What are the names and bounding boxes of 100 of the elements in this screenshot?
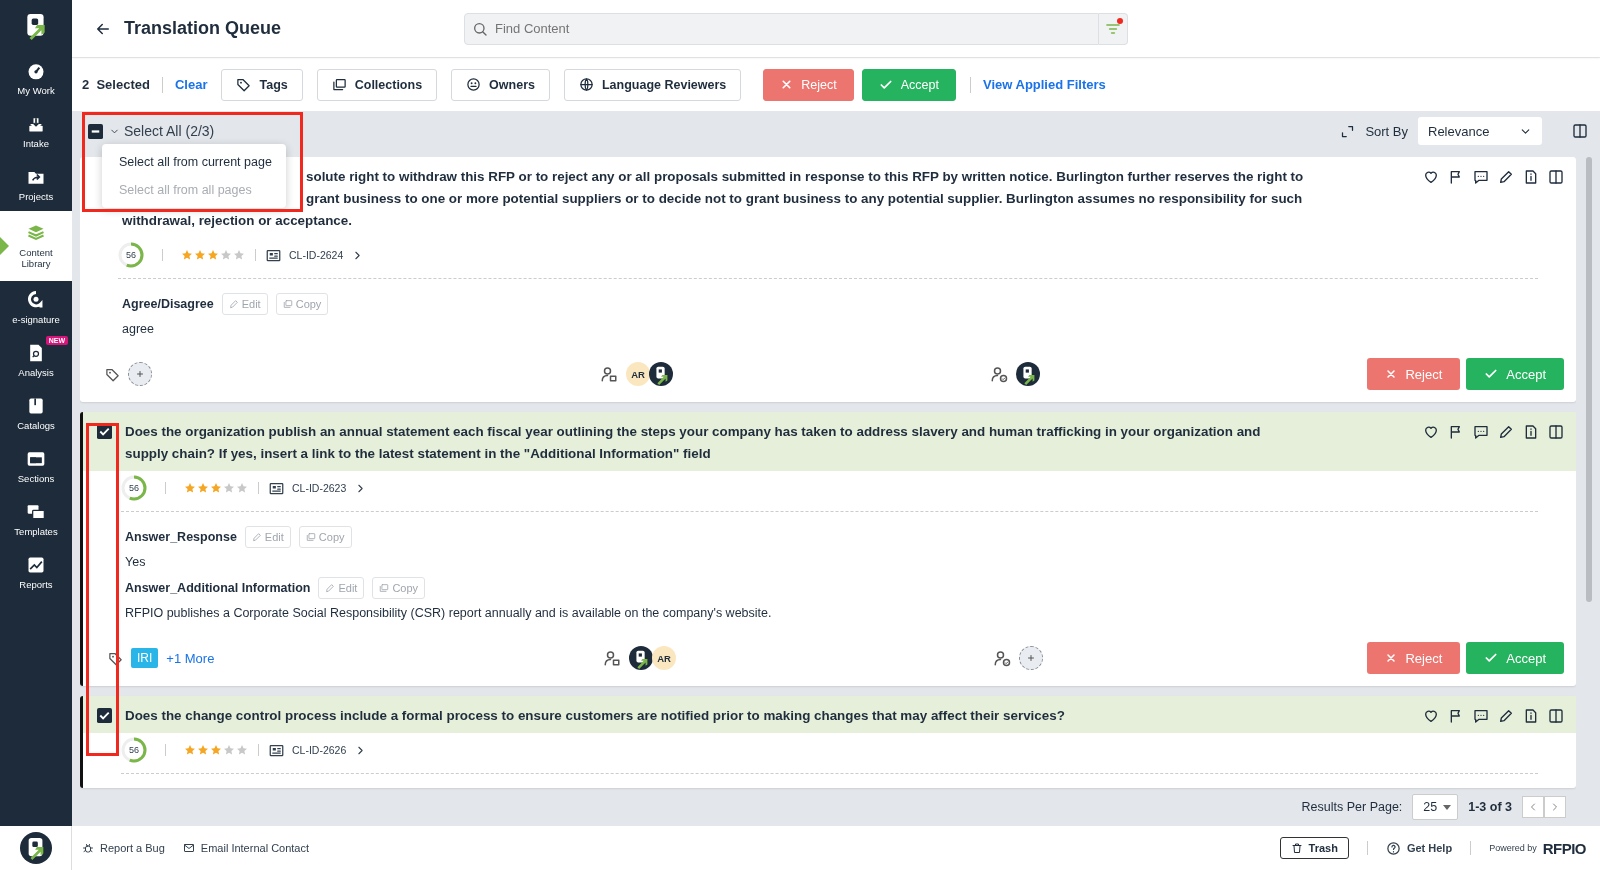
- tag-icon[interactable]: [105, 366, 120, 382]
- per-page-dropdown[interactable]: 25: [1412, 794, 1459, 820]
- owner-icon: [603, 649, 621, 667]
- sidebar-item[interactable]: Catalogs: [0, 387, 72, 440]
- pencil-icon: [251, 532, 262, 542]
- answer-text: RFPIO publishes a Corporate Social Responsibility (CSR) report annually and is available on the company's website.: [125, 606, 773, 620]
- star-icon: [210, 482, 222, 494]
- split-view-icon[interactable]: [1548, 169, 1564, 185]
- clear-link[interactable]: Clear: [174, 77, 208, 92]
- trash-button[interactable]: Trash: [1279, 837, 1349, 859]
- checkbox[interactable]: [97, 708, 112, 723]
- reviewer-icon: [990, 365, 1008, 383]
- star-icon: [194, 249, 206, 261]
- tag-icon[interactable]: [108, 650, 123, 666]
- answer-label: Agree/Disagree: [122, 297, 214, 311]
- copy-icon: [379, 583, 390, 593]
- score-value: 56: [129, 745, 139, 755]
- collection-icon: [331, 77, 347, 92]
- pencil-icon[interactable]: [1498, 424, 1514, 440]
- report-bug-link[interactable]: Report a Bug: [82, 842, 165, 854]
- select-all-dropdown[interactable]: Select All (2/3): [109, 123, 215, 139]
- content-id: CL-ID-2624: [289, 249, 344, 261]
- sidebar-item[interactable]: Templates: [0, 493, 72, 546]
- filter-button[interactable]: Language Reviewers: [563, 68, 742, 101]
- close-icon: [1385, 368, 1398, 380]
- sort-dropdown[interactable]: Relevance: [1418, 117, 1542, 145]
- help-icon: [1385, 840, 1401, 856]
- info-icon[interactable]: [1523, 169, 1539, 185]
- filter-button[interactable]: Collections: [316, 68, 438, 101]
- chart-icon: [26, 555, 46, 575]
- view-filters-link[interactable]: View Applied Filters: [982, 77, 1106, 92]
- sidebar-item[interactable]: Projects: [0, 158, 72, 211]
- comment-icon[interactable]: [1473, 424, 1489, 440]
- selected-count: 2 Selected: [82, 77, 150, 92]
- search-icon: [472, 20, 488, 37]
- content-id: CL-ID-2623: [292, 482, 347, 494]
- score-value: 56: [126, 250, 136, 260]
- star-icon: [184, 744, 196, 756]
- sidebar-item[interactable]: My Work: [0, 52, 72, 105]
- per-page-label: Results Per Page:: [1301, 800, 1403, 814]
- split-view-icon[interactable]: [1572, 123, 1588, 139]
- heart-icon[interactable]: [1423, 708, 1439, 724]
- search-field[interactable]: Find Content: [464, 12, 1099, 45]
- star-icon: [223, 482, 235, 494]
- info-icon[interactable]: [1523, 708, 1539, 724]
- sort-label: Sort By: [1365, 123, 1408, 139]
- star-icon: [236, 482, 248, 494]
- check-icon: [1484, 651, 1499, 665]
- sidebar-item[interactable]: e-signature: [0, 281, 72, 334]
- pencil-icon[interactable]: [1498, 708, 1514, 724]
- menu-item[interactable]: Select all from current page: [102, 148, 286, 176]
- add-reviewer-button[interactable]: [1019, 646, 1043, 670]
- answer-label: Answer_Response: [125, 530, 237, 544]
- help-link[interactable]: Get Help: [1385, 840, 1453, 856]
- trash-icon: [1290, 842, 1303, 854]
- speedometer-icon: [26, 61, 46, 81]
- sidebar-item[interactable]: Reports: [0, 546, 72, 599]
- filter-button[interactable]: Owners: [451, 68, 550, 101]
- globe-icon: [578, 77, 594, 92]
- filter-button[interactable]: [1099, 12, 1128, 45]
- check-icon: [1484, 367, 1499, 381]
- checkbox[interactable]: [88, 123, 103, 139]
- more-tags-link[interactable]: +1 More: [166, 650, 215, 666]
- comment-icon[interactable]: [1473, 169, 1489, 185]
- active-marker: [0, 237, 9, 255]
- answer-label: Answer_Additional Information: [125, 581, 311, 595]
- score-value: 56: [129, 483, 139, 493]
- caret-icon: [1443, 804, 1452, 810]
- pencil-icon[interactable]: [1498, 169, 1514, 185]
- comment-icon[interactable]: [1473, 708, 1489, 724]
- copy-icon: [305, 532, 316, 542]
- logo-icon[interactable]: [19, 832, 52, 864]
- star-icon: [181, 249, 193, 261]
- email-contact-link[interactable]: Email Internal Contact: [182, 842, 310, 854]
- heart-icon[interactable]: [1423, 424, 1439, 440]
- id-card-icon: [269, 480, 284, 496]
- plus-icon: [134, 368, 146, 380]
- add-tag-button[interactable]: [128, 362, 152, 386]
- expand-icon[interactable]: [1340, 123, 1356, 139]
- avatar: AR: [652, 646, 676, 670]
- sidebar-item[interactable]: Content Library: [0, 211, 72, 281]
- split-view-icon[interactable]: [1548, 708, 1564, 724]
- star-icon: [207, 249, 219, 261]
- heart-icon[interactable]: [1423, 169, 1439, 185]
- star-icon: [197, 744, 209, 756]
- sidebar-item[interactable]: Intake: [0, 105, 72, 158]
- close-icon: [1385, 652, 1398, 664]
- sidebar-item[interactable]: Sections: [0, 440, 72, 493]
- split-view-icon[interactable]: [1548, 424, 1564, 440]
- answer-text: agree: [122, 322, 155, 336]
- filter-button[interactable]: Tags: [221, 68, 303, 101]
- star-icon: [210, 744, 222, 756]
- plus-icon: [1025, 652, 1037, 664]
- brand-logo: RFPIO: [1542, 839, 1586, 857]
- star-icon: [184, 482, 196, 494]
- stack-icon: [26, 223, 46, 243]
- owner-icon: [600, 365, 618, 383]
- info-icon[interactable]: [1523, 424, 1539, 440]
- star-icon: [223, 744, 235, 756]
- window-icon: [26, 449, 46, 469]
